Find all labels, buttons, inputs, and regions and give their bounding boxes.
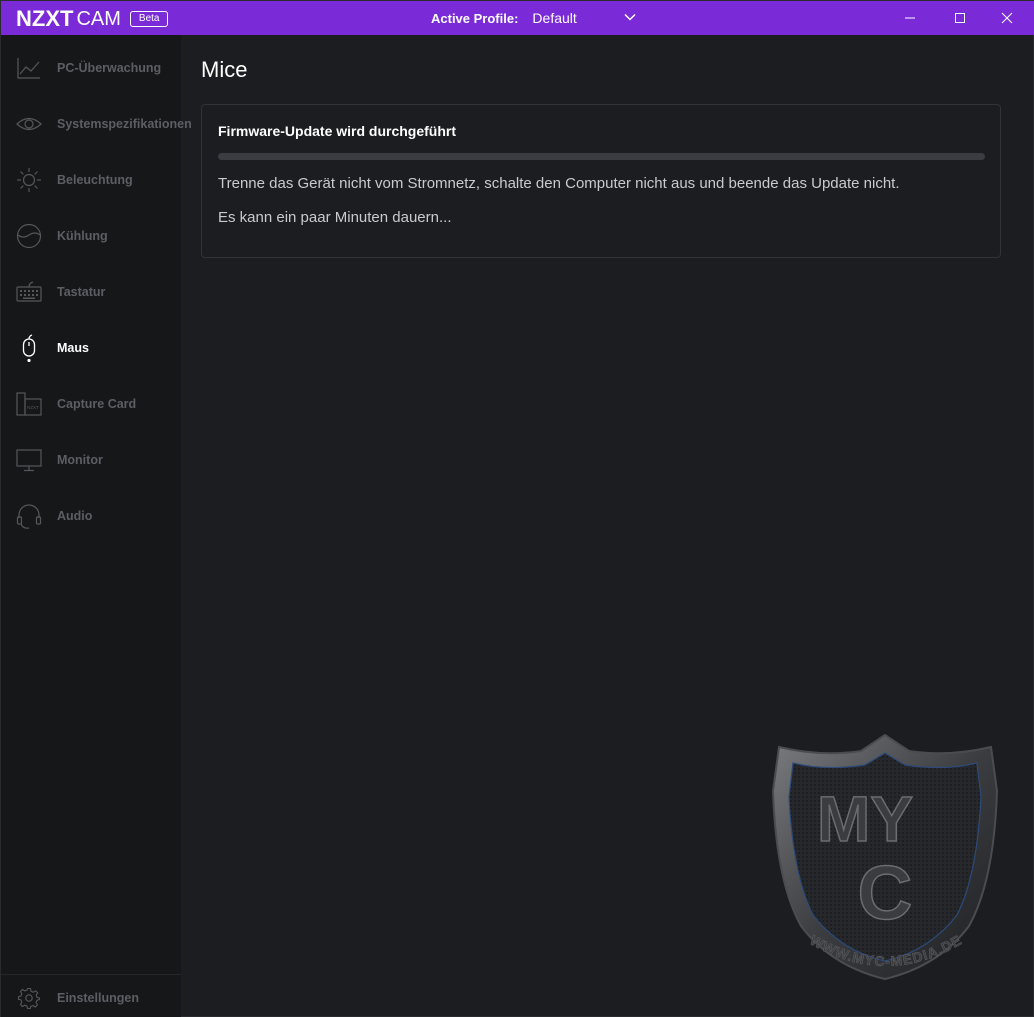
sidebar-item-label: PC-Überwachung	[57, 61, 162, 75]
minimize-icon	[905, 17, 915, 19]
logo-app-name: CAM	[76, 7, 121, 30]
monitor-icon	[16, 449, 42, 472]
app-window: NZXT CAM Beta Active Profile: Default PC…	[0, 0, 1034, 1017]
firmware-update-card: Firmware-Update wird durchgeführt Trenne…	[201, 104, 1001, 258]
sidebar-item-monitor[interactable]: Monitor	[1, 432, 181, 488]
maximize-icon	[955, 13, 965, 23]
maximize-button[interactable]	[937, 1, 983, 35]
update-duration-note: Es kann ein paar Minuten dauern...	[218, 209, 452, 226]
cooling-icon	[16, 223, 42, 249]
active-profile-label: Active Profile:	[431, 10, 519, 26]
app-logo: NZXT CAM Beta	[16, 6, 169, 32]
keyboard-icon	[16, 281, 42, 302]
update-progress-bar	[218, 153, 985, 160]
sidebar-item-label: Capture Card	[57, 397, 137, 411]
page-title: Mice	[201, 57, 248, 82]
watermark-letter-bottom: C	[858, 851, 913, 936]
mouse-icon	[22, 334, 36, 362]
close-icon	[1001, 12, 1013, 24]
gear-icon	[17, 987, 41, 1010]
headset-icon	[16, 504, 42, 529]
sidebar-item-cooling[interactable]: Kühlung	[1, 208, 181, 264]
logo-brand: NZXT	[16, 6, 74, 31]
sidebar-item-label: Kühlung	[57, 229, 108, 243]
sidebar-item-mouse[interactable]: Maus	[1, 320, 181, 376]
sidebar-item-label: Audio	[57, 509, 93, 523]
title-bar: NZXT CAM Beta Active Profile: Default	[1, 1, 1034, 35]
sidebar-item-label: Monitor	[57, 453, 103, 467]
sidebar-item-audio[interactable]: Audio	[1, 488, 181, 544]
sidebar-item-label: Maus	[57, 341, 89, 355]
sidebar: PC-Überwachung Systemspezifikationen Bel…	[1, 35, 192, 1017]
sidebar-item-keyboard[interactable]: Tastatur	[1, 264, 181, 320]
card-title: Firmware-Update wird durchgeführt	[218, 123, 457, 139]
sidebar-item-system-specs[interactable]: Systemspezifikationen	[1, 96, 192, 152]
sidebar-divider	[1, 974, 181, 975]
close-button[interactable]	[984, 1, 1030, 35]
settings-label: Einstellungen	[57, 991, 139, 1005]
sidebar-item-lighting[interactable]: Beleuchtung	[1, 152, 181, 208]
watermark-letters-top: MY	[817, 783, 913, 855]
chevron-down-icon[interactable]	[624, 12, 636, 22]
svg-text:NZXT: NZXT	[27, 405, 39, 410]
eye-icon	[16, 117, 42, 131]
sun-icon	[17, 168, 41, 192]
sidebar-item-capture-card[interactable]: NZXT Capture Card	[1, 376, 181, 432]
myc-media-watermark-logo: MY C WWW.MYC-MEDIA.DE	[771, 733, 999, 981]
active-profile-selector[interactable]: Active Profile: Default	[431, 1, 636, 35]
minimize-button[interactable]	[887, 1, 933, 35]
chart-line-icon	[17, 58, 40, 79]
active-profile-value[interactable]: Default	[532, 10, 576, 26]
update-warning-text: Trenne das Gerät nicht vom Stromnetz, sc…	[218, 175, 900, 192]
capture-card-icon: NZXT	[16, 392, 42, 416]
sidebar-item-settings[interactable]: Einstellungen	[1, 981, 181, 1015]
sidebar-item-label: Tastatur	[57, 285, 106, 299]
sidebar-item-label: Systemspezifikationen	[57, 117, 192, 131]
sidebar-item-pc-monitoring[interactable]: PC-Überwachung	[1, 40, 181, 96]
beta-badge: Beta	[129, 11, 169, 27]
sidebar-item-label: Beleuchtung	[57, 173, 133, 187]
